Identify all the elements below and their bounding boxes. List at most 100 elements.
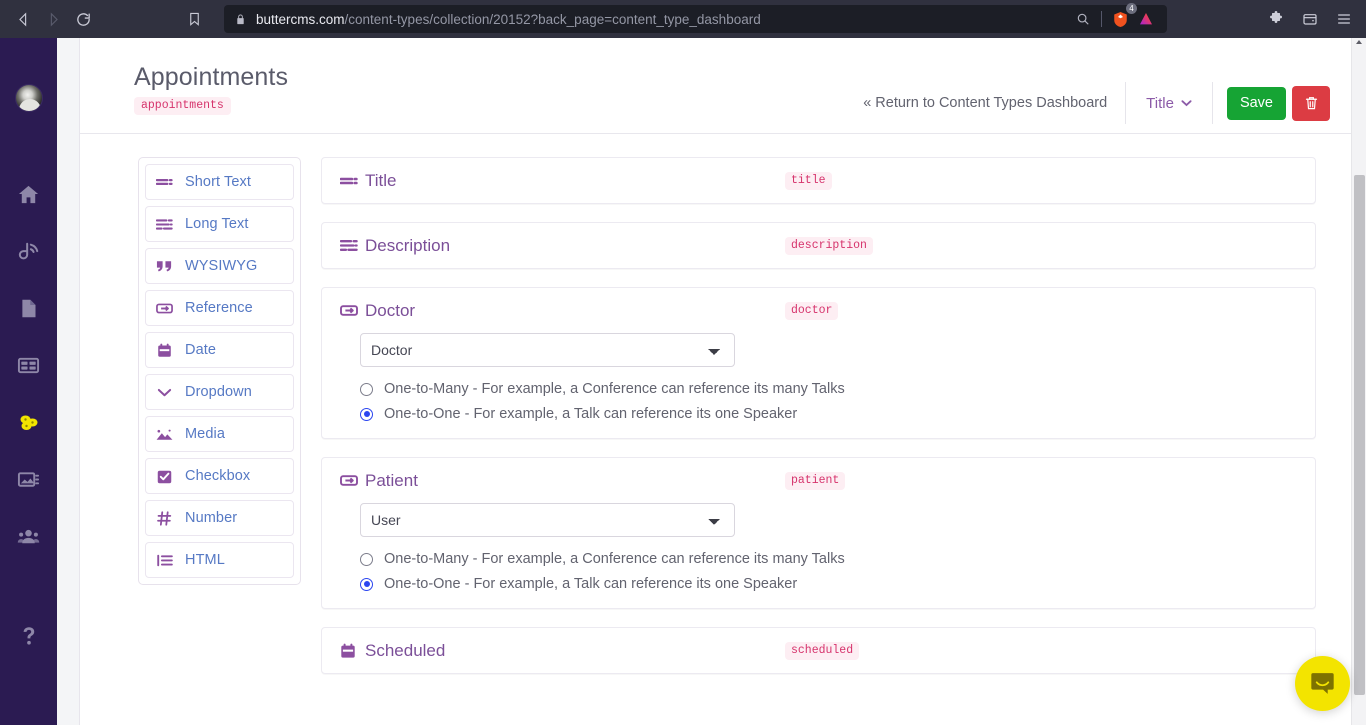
- sidebar-item-collections[interactable]: [0, 337, 57, 394]
- omnibox-actions: 4: [1070, 3, 1159, 32]
- scroll-up-arrow-icon[interactable]: [1356, 40, 1362, 44]
- field-header: Title title: [322, 158, 1315, 203]
- reload-button[interactable]: [68, 4, 98, 34]
- save-button[interactable]: Save: [1226, 86, 1286, 120]
- shields-count-badge: 4: [1126, 3, 1137, 14]
- field-header: Patient patient: [322, 458, 1315, 503]
- media-icon: [17, 472, 40, 487]
- patient-reference-select[interactable]: User Doctor: [360, 503, 735, 537]
- patient-relation-one-to-many[interactable]: One-to-Many - For example, a Conference …: [360, 551, 1297, 567]
- field-name: Description: [365, 235, 451, 255]
- doctor-reference-select[interactable]: Doctor User: [360, 333, 735, 367]
- radio-label: One-to-Many - For example, a Conference …: [384, 551, 845, 567]
- field-slug-badge: doctor: [785, 301, 839, 320]
- palette-item-label: HTML: [185, 552, 225, 568]
- field-card-title[interactable]: Title title: [321, 157, 1316, 204]
- header-divider-right: [1211, 82, 1213, 124]
- radio-unselected[interactable]: [360, 552, 373, 566]
- chevron-down-icon: [1181, 100, 1192, 107]
- forward-button[interactable]: [38, 4, 68, 34]
- lock-icon: [232, 13, 248, 26]
- field-card-patient[interactable]: Patient patient User Doctor One-to-Many …: [321, 457, 1316, 609]
- field-card-description[interactable]: Description description: [321, 222, 1316, 269]
- sidebar-item-blog[interactable]: [0, 223, 57, 280]
- doctor-relation-one-to-one[interactable]: One-to-One - For example, a Talk can ref…: [360, 406, 1297, 422]
- help-icon: [23, 626, 34, 645]
- number-icon: [156, 510, 173, 526]
- extensions-icon[interactable]: [1264, 7, 1288, 31]
- sidebar-item-pages[interactable]: [0, 280, 57, 337]
- avatar[interactable]: [14, 84, 43, 112]
- palette-item-reference[interactable]: Reference: [145, 290, 294, 326]
- content-panel: Appointments appointments « Return to Co…: [79, 38, 1366, 725]
- team-icon: [17, 529, 40, 544]
- field-body: Doctor User One-to-Many - For example, a…: [322, 333, 1315, 438]
- scrollbar-thumb[interactable]: [1354, 175, 1365, 695]
- content-types-icon: [20, 415, 37, 430]
- radio-selected[interactable]: [360, 577, 373, 591]
- reference-icon: [340, 304, 360, 317]
- field-card-scheduled[interactable]: Scheduled scheduled: [321, 627, 1316, 674]
- field-slug-badge: title: [785, 171, 832, 190]
- palette-item-media[interactable]: Media: [145, 416, 294, 452]
- back-button[interactable]: [8, 4, 38, 34]
- palette-item-number[interactable]: Number: [145, 500, 294, 536]
- brave-shields-icon[interactable]: 4: [1107, 3, 1137, 32]
- omnibox-divider: [1101, 11, 1102, 27]
- palette-item-html[interactable]: HTML: [145, 542, 294, 578]
- sidebar-item-content-types[interactable]: [0, 394, 57, 451]
- short-text-icon: [156, 176, 173, 188]
- title-field-dropdown[interactable]: Title: [1126, 95, 1212, 112]
- checkbox-icon: [156, 469, 173, 484]
- sidebar-item-home[interactable]: [0, 166, 57, 223]
- radio-unselected[interactable]: [360, 382, 373, 396]
- brave-rewards-icon[interactable]: [1133, 6, 1159, 32]
- media-icon: [156, 428, 173, 441]
- palette-item-label: Dropdown: [185, 384, 252, 400]
- field-body: User Doctor One-to-Many - For example, a…: [322, 503, 1315, 608]
- palette-item-date[interactable]: Date: [145, 332, 294, 368]
- browser-menu-icon[interactable]: [1332, 7, 1356, 31]
- palette-item-label: Reference: [185, 300, 253, 316]
- field-card-doctor[interactable]: Doctor doctor Doctor User One-to-Many - …: [321, 287, 1316, 439]
- html-icon: [156, 554, 173, 567]
- radio-label: One-to-One - For example, a Talk can ref…: [384, 406, 798, 422]
- browser-right-actions: [1264, 0, 1366, 38]
- chat-bubble-icon: [1311, 673, 1334, 694]
- patient-relation-one-to-one[interactable]: One-to-One - For example, a Talk can ref…: [360, 576, 1297, 592]
- pages-icon: [22, 299, 36, 318]
- field-slug-badge: description: [785, 236, 873, 255]
- url-text: buttercms.com/content-types/collection/2…: [256, 12, 1070, 27]
- palette-item-label: Date: [185, 342, 217, 358]
- return-to-dashboard-link[interactable]: « Return to Content Types Dashboard: [863, 95, 1107, 111]
- url-host: buttercms.com: [256, 11, 345, 27]
- long-text-icon: [340, 239, 360, 252]
- address-bar[interactable]: buttercms.com/content-types/collection/2…: [224, 3, 1167, 33]
- search-icon[interactable]: [1070, 6, 1096, 32]
- palette-item-label: Media: [185, 426, 225, 442]
- wallet-icon[interactable]: [1298, 7, 1322, 31]
- sidebar-item-help[interactable]: [0, 607, 57, 664]
- date-icon: [340, 643, 360, 659]
- palette-item-long-text[interactable]: Long Text: [145, 206, 294, 242]
- bookmark-icon[interactable]: [180, 5, 208, 33]
- delete-button[interactable]: [1292, 85, 1330, 121]
- page-header: Appointments appointments « Return to Co…: [80, 38, 1366, 134]
- page-scrollbar[interactable]: [1351, 38, 1366, 725]
- field-type-palette: Short Text Long Text WYSIWYG Reference D…: [138, 157, 301, 585]
- palette-item-wysiwyg[interactable]: WYSIWYG: [145, 248, 294, 284]
- palette-item-checkbox[interactable]: Checkbox: [145, 458, 294, 494]
- page-region: Appointments appointments « Return to Co…: [57, 38, 1366, 725]
- palette-item-short-text[interactable]: Short Text: [145, 164, 294, 200]
- palette-item-label: Number: [185, 510, 238, 526]
- sidebar-item-team[interactable]: [0, 508, 57, 565]
- trash-icon: [1305, 97, 1317, 110]
- dropdown-icon: [156, 387, 173, 398]
- palette-item-dropdown[interactable]: Dropdown: [145, 374, 294, 410]
- radio-selected[interactable]: [360, 407, 373, 421]
- intercom-messenger-button[interactable]: [1295, 656, 1350, 711]
- doctor-relation-one-to-many[interactable]: One-to-Many - For example, a Conference …: [360, 381, 1297, 397]
- long-text-icon: [156, 218, 173, 231]
- sidebar-item-media[interactable]: [0, 451, 57, 508]
- url-path: /content-types/collection/20152?back_pag…: [344, 11, 761, 27]
